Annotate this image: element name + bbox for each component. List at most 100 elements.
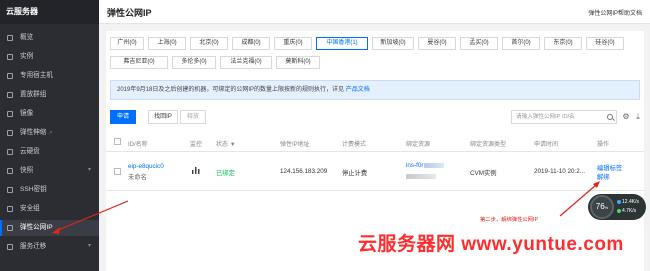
- region-tab-chengdu[interactable]: 成都(0): [232, 37, 270, 50]
- sidebar-item-label: 弹性公网IP: [20, 224, 53, 231]
- region-tab-tokyo[interactable]: 东京(0): [544, 37, 582, 50]
- sidebar-item-cloud-disk[interactable]: 云硬盘: [0, 144, 99, 160]
- external-link-icon: ↗: [48, 130, 53, 136]
- sidebar-item-instances[interactable]: 实例: [0, 49, 99, 65]
- eip-address: 124.156.183.209: [280, 168, 328, 175]
- col-id-name: ID/名称: [128, 142, 148, 148]
- download-icon[interactable]: ⤓: [634, 113, 642, 121]
- eip-id-link[interactable]: eip-e8qucic0: [128, 163, 164, 170]
- sidebar-item-ssh-keys[interactable]: SSH密钥: [0, 182, 99, 198]
- network-monitor-widget[interactable]: 76% 12.4K/s 4.7K/s: [588, 194, 646, 220]
- sidebar: 云服务器 概览 实例 专用宿主机 置放群组 镜像 弹性伸缩 ↗ 云硬盘 快照 ▾ S…: [0, 0, 99, 271]
- bound-resource-type: CVM实例: [470, 170, 497, 177]
- col-bound-resource: 绑定资源: [406, 142, 431, 148]
- col-billing: 计费模式: [342, 142, 367, 148]
- sidebar-item-overview[interactable]: 概览: [0, 30, 99, 46]
- col-status-label: 状态: [216, 142, 229, 148]
- sidebar-item-label: SSH密钥: [20, 186, 47, 193]
- region-tab-guangzhou[interactable]: 广州(0): [110, 37, 144, 50]
- notice-doc-link[interactable]: 产品文档: [346, 87, 370, 93]
- sidebar-item-label: 置放群组: [20, 91, 47, 98]
- col-eip: 弹性IP地址: [280, 142, 310, 148]
- migrate-icon: [7, 244, 13, 250]
- redacted-mask: [406, 173, 436, 179]
- region-tab-moscow[interactable]: 莫斯科(0): [276, 56, 320, 69]
- sidebar-item-label: 安全组: [20, 205, 40, 212]
- apply-button[interactable]: 申请: [110, 110, 136, 124]
- eip-icon: [7, 225, 13, 231]
- sidebar-item-security-groups[interactable]: 安全组: [0, 201, 99, 217]
- col-status[interactable]: 状态 ▼: [216, 139, 236, 148]
- chevron-down-icon: ▾: [87, 167, 91, 173]
- image-icon: [7, 111, 13, 117]
- bound-resource-id: ins-f0r: [406, 162, 424, 169]
- grid-icon: [7, 35, 13, 41]
- sidebar-item-dedicated-host[interactable]: 专用宿主机: [0, 68, 99, 84]
- region-tab-chongqing[interactable]: 重庆(0): [274, 37, 312, 50]
- sidebar-item-label: 快照: [20, 167, 34, 174]
- unbind-link[interactable]: 解绑: [597, 172, 610, 181]
- region-tab-beijing[interactable]: 北京(0): [190, 37, 228, 50]
- region-tab-frankfurt[interactable]: 法兰克福(0): [220, 56, 272, 69]
- upload-value: 12.4: [622, 199, 632, 205]
- page-header: 弹性公网IP 弹性公网IP帮助文档: [99, 0, 650, 24]
- table-header: ID/名称 监控 状态 ▼ 弹性IP地址 计费模式 绑定资源 绑定资源类型 申请…: [106, 132, 644, 152]
- retrieve-ip-button[interactable]: 找回IP: [148, 110, 178, 124]
- monitor-chart-icon[interactable]: [192, 166, 200, 176]
- sidebar-item-images[interactable]: 镜像: [0, 106, 99, 122]
- sidebar-title: 云服务器: [0, 0, 99, 24]
- table-row: eip-e8qucic0 未命名 已绑定 124.156.183.209 停止计…: [106, 153, 644, 191]
- search-placeholder: 请输入弹性公网IP ID/名: [516, 114, 575, 120]
- sidebar-item-label: 专用宿主机: [20, 72, 53, 79]
- sidebar-item-migration[interactable]: 服务迁移 ▾: [0, 239, 99, 255]
- release-button[interactable]: 释放: [180, 110, 206, 124]
- notice-text: 2019年9月18日及之后创建的机器，可绑定的公网IP的数量上限按新的规则执行，…: [117, 87, 345, 93]
- download-speed: 4.7K/s: [617, 208, 636, 214]
- region-tab-toronto[interactable]: 多伦多(0): [172, 56, 216, 69]
- scaling-icon: [7, 130, 13, 136]
- upload-dot-icon: [617, 199, 621, 204]
- region-tab-virginia[interactable]: 弗吉尼亚(0): [110, 56, 168, 69]
- apply-time: 2019-11-10 20:2...: [534, 168, 585, 175]
- filter-icon[interactable]: ▼: [230, 142, 236, 148]
- region-tab-hongkong[interactable]: 中国香港(1): [316, 37, 368, 50]
- billing-mode: 停止计费: [342, 170, 368, 177]
- sidebar-item-label: 概览: [20, 34, 34, 41]
- region-tab-singapore[interactable]: 新加坡(0): [372, 37, 414, 50]
- col-monitor: 监控: [190, 142, 203, 148]
- sidebar-item-snapshots[interactable]: 快照 ▾: [0, 163, 99, 179]
- search-icon[interactable]: [607, 114, 613, 120]
- chevron-down-icon: ▾: [87, 243, 91, 249]
- sidebar-item-eip[interactable]: 弹性公网IP: [0, 220, 99, 236]
- snapshot-icon: [7, 168, 13, 174]
- region-tab-shanghai[interactable]: 上海(0): [148, 37, 186, 50]
- group-icon: [7, 92, 13, 98]
- disk-icon: [7, 149, 13, 155]
- select-all-checkbox[interactable]: [114, 138, 121, 145]
- help-doc-link[interactable]: 弹性公网IP帮助文档: [588, 8, 642, 17]
- download-dot-icon: [617, 208, 621, 213]
- region-tab-mumbai[interactable]: 孟买(0): [460, 37, 498, 50]
- bound-resource-link[interactable]: ins-f0r: [406, 162, 444, 169]
- region-tab-bangkok[interactable]: 曼谷(0): [418, 37, 456, 50]
- instance-icon: [7, 54, 13, 60]
- col-apply-time: 申请时间: [534, 142, 559, 148]
- col-bound-type: 绑定资源类型: [470, 142, 507, 148]
- search-input[interactable]: 请输入弹性公网IP ID/名: [511, 110, 617, 124]
- upload-speed: 12.4K/s: [617, 199, 639, 205]
- cpu-usage-gauge: 76%: [590, 195, 614, 219]
- region-tab-seoul[interactable]: 首尔(0): [502, 37, 540, 50]
- key-icon: [7, 187, 13, 193]
- watermark: 云服务器网 www.yuntue.com: [358, 234, 624, 255]
- edit-tags-link[interactable]: 编辑标签: [597, 163, 622, 172]
- upload-unit: K/s: [631, 199, 639, 205]
- row-checkbox[interactable]: [114, 168, 121, 175]
- sidebar-item-label: 镜像: [20, 110, 34, 117]
- sidebar-item-label: 云硬盘: [20, 148, 40, 155]
- sidebar-item-placement-group[interactable]: 置放群组: [0, 87, 99, 103]
- cpu-unit: %: [604, 205, 609, 210]
- sidebar-item-auto-scaling[interactable]: 弹性伸缩 ↗: [0, 125, 99, 141]
- region-tab-silicon-valley[interactable]: 硅谷(0): [586, 37, 624, 50]
- gear-icon[interactable]: ⚙: [622, 113, 630, 121]
- sidebar-item-label: 弹性伸缩: [20, 129, 47, 136]
